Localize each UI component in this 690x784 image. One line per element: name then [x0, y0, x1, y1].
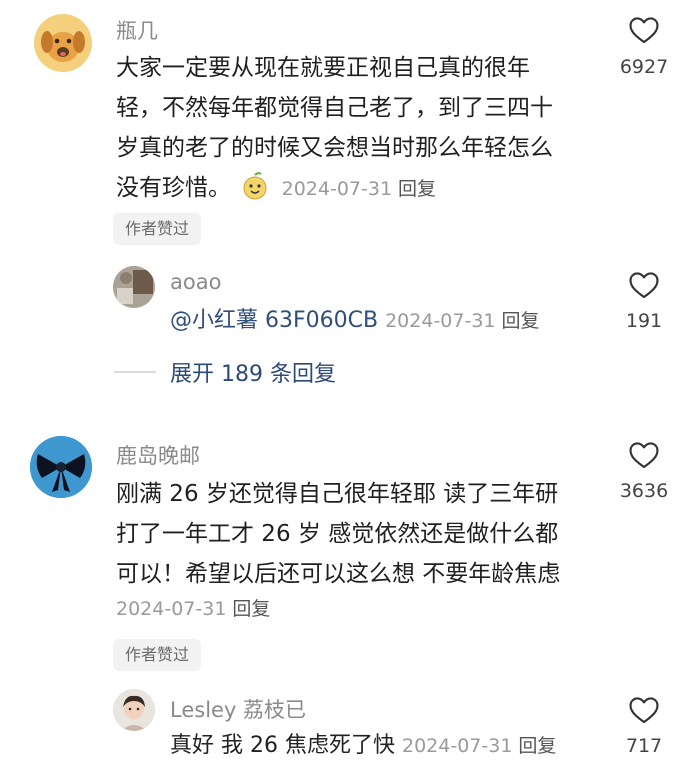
- comment-username[interactable]: 鹿岛晚邮: [116, 440, 200, 470]
- heart-outline-icon: [629, 272, 659, 299]
- comment-line: 岁真的老了的时候又会想当时那么年轻怎么: [116, 135, 553, 161]
- comment-line: 可以！希望以后还可以这么想 不要年龄焦虑: [116, 561, 561, 587]
- reply-button[interactable]: 回复: [232, 598, 270, 620]
- divider: [114, 371, 156, 373]
- comment-line: 刚满 26 岁还觉得自己很年轻耶 读了三年研: [116, 481, 559, 507]
- avatar[interactable]: [113, 689, 155, 731]
- comment-text: 大家一定要从现在就要正视自己真的很年 轻，不然每年都觉得自己老了，到了三四十 岁…: [116, 48, 596, 214]
- comment-last-line: 没有珍惜。 2024-07-31 回复: [116, 168, 596, 214]
- comment-line: 打了一年工才 26 岁 感觉依然还是做什么都: [116, 521, 559, 547]
- like-button[interactable]: [627, 13, 661, 47]
- like-button[interactable]: [627, 693, 661, 727]
- like-count: 717: [625, 735, 663, 757]
- person-avatar-icon: [113, 689, 155, 731]
- expand-replies-button[interactable]: 展开 189 条回复: [170, 356, 336, 388]
- comment-line: 没有珍惜。: [116, 175, 231, 201]
- reply-username[interactable]: aoao: [170, 270, 221, 294]
- reply-button[interactable]: 回复: [518, 735, 556, 757]
- comment-username[interactable]: 瓶几: [116, 15, 158, 45]
- dog-avatar-icon: [41, 31, 85, 62]
- reply-text: 真好 我 26 焦虑死了快 2024-07-31 回复: [170, 731, 556, 761]
- comment-line: 大家一定要从现在就要正视自己真的很年: [116, 55, 530, 81]
- reply-button[interactable]: 回复: [398, 178, 436, 200]
- like-button[interactable]: [627, 438, 661, 472]
- photo-avatar-icon: [113, 266, 155, 308]
- like-count: 3636: [619, 480, 669, 502]
- like-button[interactable]: [627, 268, 661, 302]
- comment-text: 刚满 26 岁还觉得自己很年轻耶 读了三年研 打了一年工才 26 岁 感觉依然还…: [116, 474, 606, 594]
- reply-date: 2024-07-31: [385, 310, 496, 332]
- like-count: 191: [625, 310, 663, 332]
- avatar[interactable]: [113, 266, 155, 308]
- comment-meta: 2024-07-31 回复: [116, 596, 270, 623]
- comment-date: 2024-07-31: [281, 178, 393, 200]
- author-liked-tag: 作者赞过: [113, 639, 202, 671]
- heart-outline-icon: [629, 697, 659, 724]
- reply-date: 2024-07-31: [401, 735, 513, 757]
- pear-face-emoji-icon: [240, 171, 270, 214]
- avatar[interactable]: [30, 436, 92, 498]
- mention-link[interactable]: @小红薯 63F060CB: [170, 308, 378, 333]
- reply-text: @小红薯 63F060CB 2024-07-31 回复: [170, 306, 540, 336]
- heart-outline-icon: [629, 442, 659, 469]
- reply-text-content: 真好 我 26 焦虑死了快: [170, 733, 395, 758]
- comment-date: 2024-07-31: [116, 598, 227, 620]
- like-count: 6927: [619, 56, 669, 78]
- reply-username[interactable]: Lesley 荔枝已: [170, 694, 306, 724]
- reply-button[interactable]: 回复: [502, 310, 540, 332]
- bow-avatar-icon: [30, 436, 92, 498]
- heart-outline-icon: [629, 17, 659, 44]
- author-liked-tag: 作者赞过: [113, 213, 202, 245]
- avatar[interactable]: [34, 14, 92, 72]
- comment-line: 轻，不然每年都觉得自己老了，到了三四十: [116, 95, 553, 121]
